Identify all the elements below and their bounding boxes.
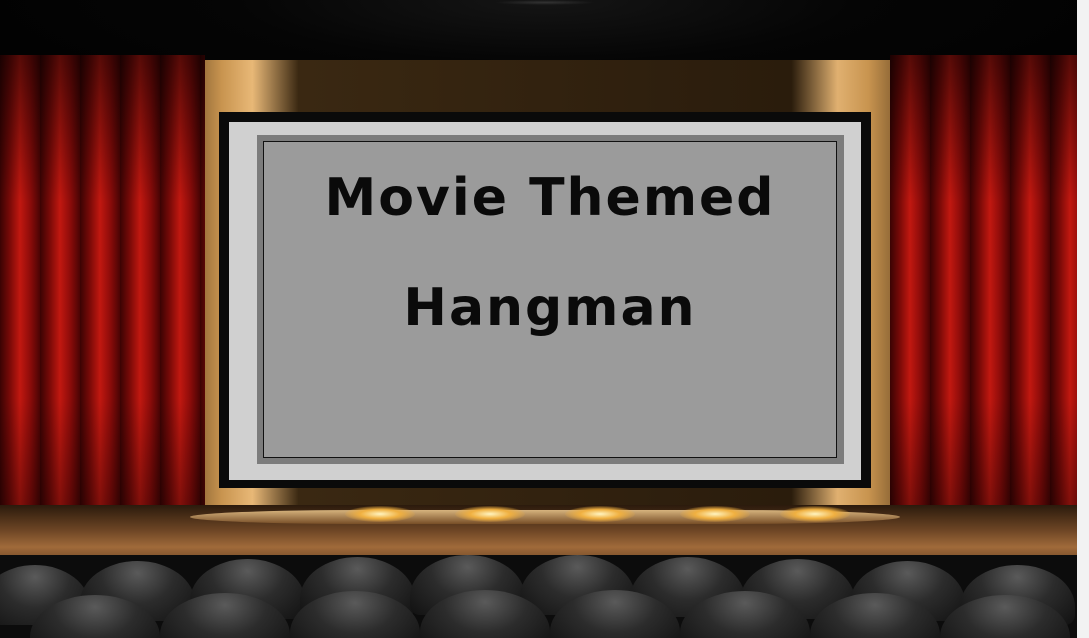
theater-scene: Movie Themed Hangman	[0, 0, 1089, 638]
audience-seats	[0, 555, 1089, 638]
stage-light	[780, 506, 850, 522]
window-edge	[1077, 0, 1089, 638]
stage-light	[345, 506, 415, 522]
stage-light	[455, 506, 525, 522]
game-title-line-2: Hangman	[403, 278, 697, 338]
game-title-line-1: Movie Themed	[324, 168, 776, 228]
stage-light	[680, 506, 750, 522]
stage-light	[565, 506, 635, 522]
right-curtain	[890, 55, 1089, 545]
left-curtain	[0, 55, 205, 545]
ceiling-light	[495, 0, 595, 5]
